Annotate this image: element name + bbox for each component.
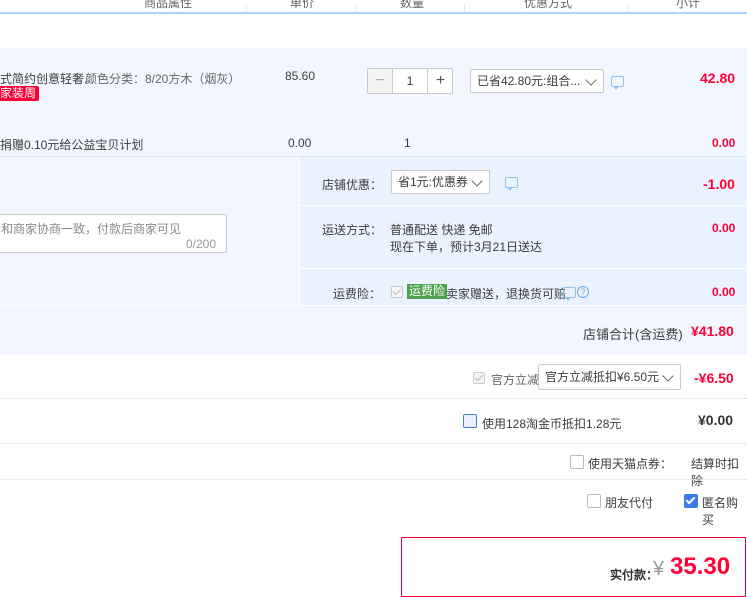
- item-attr: 颜色分类：8/20方木（烟灰）: [85, 72, 241, 86]
- header-attr: 商品属性: [144, 0, 193, 10]
- tmall-points-label: 使用天猫点券：: [588, 457, 673, 471]
- shop-coupon-value-text: 省1元:优惠券: [398, 175, 469, 189]
- tmall-points-checkbox[interactable]: [570, 455, 584, 469]
- shipping-method: 普通配送 快递 免邮: [390, 223, 493, 237]
- charity-subtotal: 0.00: [712, 136, 736, 150]
- chevron-down-icon: [471, 175, 483, 187]
- official-discount-label: 官方立减: [491, 373, 540, 387]
- insurance-amount: 0.00: [712, 285, 736, 299]
- shipping-amount: 0.00: [712, 221, 736, 235]
- chat-icon[interactable]: [611, 76, 624, 90]
- shop-total-label: 店铺合计(含运费): [583, 327, 683, 342]
- charity-price: 0.00: [288, 136, 312, 150]
- chevron-down-icon: [585, 74, 597, 86]
- quantity-stepper: − 1 +: [367, 68, 453, 94]
- anonymous-checkbox[interactable]: [684, 494, 698, 508]
- official-discount-select[interactable]: 官方立减抵扣¥6.50元: [538, 364, 681, 390]
- shipping-eta: 现在下单，预计3月21日送达: [390, 240, 543, 254]
- item-discount-value: 已省42.80元:组合...: [477, 74, 581, 88]
- coins-label: 使用128淘金币抵扣1.28元: [482, 417, 622, 431]
- shop-coupon-label: 店铺优惠：: [322, 178, 383, 192]
- coins-checkbox[interactable]: [463, 414, 477, 428]
- official-discount-checkbox[interactable]: [473, 372, 485, 384]
- charity-text: 捐赠0.10元给公益宝贝计划: [0, 138, 144, 152]
- insurance-label: 运费险：: [333, 287, 382, 301]
- chevron-down-icon: [662, 370, 674, 382]
- pay-currency: ¥: [653, 558, 665, 580]
- chat-icon[interactable]: [563, 287, 576, 301]
- qty-input[interactable]: 1: [393, 69, 427, 93]
- table-header: 商品属性 单价 数量 优惠方式 小计: [0, 0, 747, 14]
- insurance-text: 卖家赠送，退换货可赔: [446, 287, 567, 301]
- qty-minus-button[interactable]: −: [368, 69, 393, 93]
- shop-coupon-amount: -1.00: [703, 176, 735, 192]
- pay-label: 实付款：: [610, 568, 659, 582]
- insurance-badge: 运费险: [407, 284, 448, 299]
- shipping-label: 运送方式：: [322, 223, 383, 237]
- header-subtotal: 小计: [676, 0, 701, 10]
- payment-summary-box: 实付款： ¥ 35.30: [401, 537, 746, 597]
- header-qty: 数量: [400, 0, 425, 10]
- message-counter: 0/200: [186, 237, 217, 251]
- pay-amount: 35.30: [670, 553, 731, 580]
- anonymous-label: 匿名购买: [702, 496, 739, 527]
- official-discount-value-text: 官方立减抵扣¥6.50元: [545, 370, 660, 384]
- insurance-checkbox[interactable]: [391, 286, 403, 298]
- buyer-message-input[interactable]: 和商家协商一致，付款后商家可见 0/200: [0, 214, 227, 253]
- item-name[interactable]: 式简约创意轻奢...: [0, 70, 94, 87]
- item-subtotal: 42.80: [700, 70, 736, 86]
- item-discount-select[interactable]: 已省42.80元:组合...: [470, 69, 604, 93]
- item-tag: 家装周: [0, 86, 40, 101]
- qty-plus-button[interactable]: +: [427, 69, 453, 93]
- tmall-points-value: 结算时扣除: [691, 457, 740, 488]
- message-placeholder: 和商家协商一致，付款后商家可见: [1, 222, 182, 236]
- header-price: 单价: [290, 0, 315, 10]
- shop-coupon-select[interactable]: 省1元:优惠券: [391, 170, 490, 194]
- charity-qty: 1: [404, 136, 411, 150]
- header-discount: 优惠方式: [524, 0, 573, 10]
- friend-pay-checkbox[interactable]: [587, 494, 601, 508]
- coins-amount: ¥0.00: [698, 412, 734, 428]
- item-price: 85.60: [285, 69, 316, 83]
- help-icon[interactable]: ?: [577, 286, 589, 298]
- friend-pay-label: 朋友代付: [605, 496, 654, 510]
- official-discount-amount: -¥6.50: [694, 370, 734, 386]
- shop-total-value: ¥41.80: [691, 323, 734, 339]
- chat-icon[interactable]: [505, 177, 518, 191]
